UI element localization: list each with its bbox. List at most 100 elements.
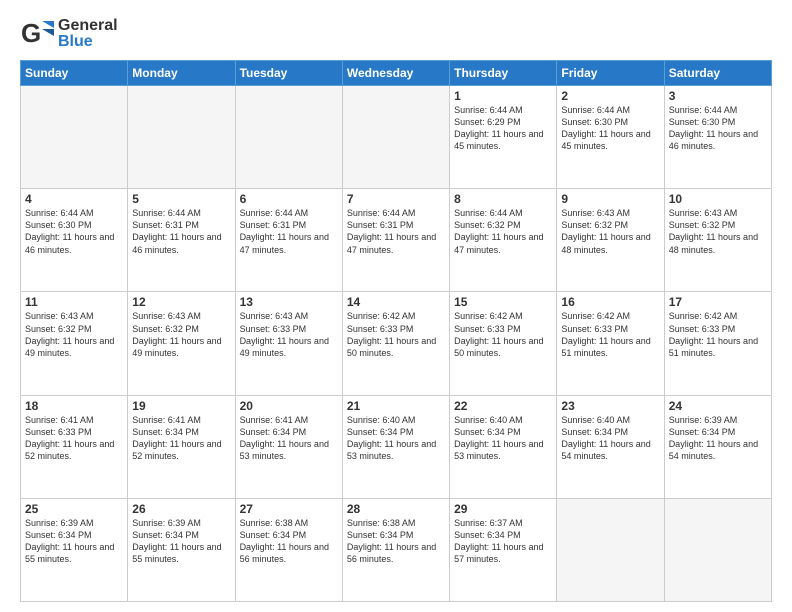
cell-content: Sunrise: 6:44 AMSunset: 6:32 PMDaylight:… [454,207,552,256]
calendar-cell: 7Sunrise: 6:44 AMSunset: 6:31 PMDaylight… [342,189,449,292]
cell-content: Sunrise: 6:44 AMSunset: 6:29 PMDaylight:… [454,104,552,153]
calendar-cell [128,86,235,189]
cell-content: Sunrise: 6:43 AMSunset: 6:32 PMDaylight:… [132,310,230,359]
cell-content: Sunrise: 6:42 AMSunset: 6:33 PMDaylight:… [454,310,552,359]
calendar-cell: 26Sunrise: 6:39 AMSunset: 6:34 PMDayligh… [128,498,235,601]
calendar-cell: 3Sunrise: 6:44 AMSunset: 6:30 PMDaylight… [664,86,771,189]
cell-content: Sunrise: 6:43 AMSunset: 6:32 PMDaylight:… [25,310,123,359]
day-number: 22 [454,399,552,413]
day-number: 5 [132,192,230,206]
day-number: 21 [347,399,445,413]
day-number: 8 [454,192,552,206]
logo-blue-text: Blue [58,33,118,51]
day-number: 6 [240,192,338,206]
calendar-header-wednesday: Wednesday [342,61,449,86]
calendar-cell: 11Sunrise: 6:43 AMSunset: 6:32 PMDayligh… [21,292,128,395]
cell-content: Sunrise: 6:39 AMSunset: 6:34 PMDaylight:… [669,414,767,463]
calendar-cell: 10Sunrise: 6:43 AMSunset: 6:32 PMDayligh… [664,189,771,292]
calendar-header-tuesday: Tuesday [235,61,342,86]
day-number: 20 [240,399,338,413]
calendar-cell: 14Sunrise: 6:42 AMSunset: 6:33 PMDayligh… [342,292,449,395]
calendar-cell [235,86,342,189]
cell-content: Sunrise: 6:44 AMSunset: 6:30 PMDaylight:… [669,104,767,153]
calendar-cell: 19Sunrise: 6:41 AMSunset: 6:34 PMDayligh… [128,395,235,498]
cell-content: Sunrise: 6:41 AMSunset: 6:34 PMDaylight:… [240,414,338,463]
day-number: 19 [132,399,230,413]
calendar-cell: 12Sunrise: 6:43 AMSunset: 6:32 PMDayligh… [128,292,235,395]
calendar-cell: 24Sunrise: 6:39 AMSunset: 6:34 PMDayligh… [664,395,771,498]
calendar-header-sunday: Sunday [21,61,128,86]
day-number: 26 [132,502,230,516]
calendar-cell: 25Sunrise: 6:39 AMSunset: 6:34 PMDayligh… [21,498,128,601]
day-number: 7 [347,192,445,206]
day-number: 23 [561,399,659,413]
day-number: 10 [669,192,767,206]
calendar-cell: 20Sunrise: 6:41 AMSunset: 6:34 PMDayligh… [235,395,342,498]
day-number: 16 [561,295,659,309]
calendar-cell: 4Sunrise: 6:44 AMSunset: 6:30 PMDaylight… [21,189,128,292]
calendar-week-1: 4Sunrise: 6:44 AMSunset: 6:30 PMDaylight… [21,189,772,292]
day-number: 15 [454,295,552,309]
day-number: 14 [347,295,445,309]
cell-content: Sunrise: 6:40 AMSunset: 6:34 PMDaylight:… [347,414,445,463]
calendar-cell: 27Sunrise: 6:38 AMSunset: 6:34 PMDayligh… [235,498,342,601]
cell-content: Sunrise: 6:39 AMSunset: 6:34 PMDaylight:… [132,517,230,566]
day-number: 4 [25,192,123,206]
calendar-cell: 1Sunrise: 6:44 AMSunset: 6:29 PMDaylight… [450,86,557,189]
calendar-table: SundayMondayTuesdayWednesdayThursdayFrid… [20,60,772,602]
calendar-week-4: 25Sunrise: 6:39 AMSunset: 6:34 PMDayligh… [21,498,772,601]
calendar-week-2: 11Sunrise: 6:43 AMSunset: 6:32 PMDayligh… [21,292,772,395]
calendar-cell [664,498,771,601]
cell-content: Sunrise: 6:43 AMSunset: 6:32 PMDaylight:… [669,207,767,256]
day-number: 29 [454,502,552,516]
svg-text:G: G [21,18,41,48]
cell-content: Sunrise: 6:39 AMSunset: 6:34 PMDaylight:… [25,517,123,566]
cell-content: Sunrise: 6:42 AMSunset: 6:33 PMDaylight:… [669,310,767,359]
day-number: 13 [240,295,338,309]
calendar-cell: 22Sunrise: 6:40 AMSunset: 6:34 PMDayligh… [450,395,557,498]
calendar-header-row: SundayMondayTuesdayWednesdayThursdayFrid… [21,61,772,86]
calendar-cell: 9Sunrise: 6:43 AMSunset: 6:32 PMDaylight… [557,189,664,292]
cell-content: Sunrise: 6:43 AMSunset: 6:32 PMDaylight:… [561,207,659,256]
calendar-cell [557,498,664,601]
cell-content: Sunrise: 6:37 AMSunset: 6:34 PMDaylight:… [454,517,552,566]
cell-content: Sunrise: 6:40 AMSunset: 6:34 PMDaylight:… [561,414,659,463]
day-number: 25 [25,502,123,516]
cell-content: Sunrise: 6:40 AMSunset: 6:34 PMDaylight:… [454,414,552,463]
cell-content: Sunrise: 6:42 AMSunset: 6:33 PMDaylight:… [347,310,445,359]
cell-content: Sunrise: 6:38 AMSunset: 6:34 PMDaylight:… [240,517,338,566]
cell-content: Sunrise: 6:44 AMSunset: 6:31 PMDaylight:… [132,207,230,256]
day-number: 3 [669,89,767,103]
cell-content: Sunrise: 6:43 AMSunset: 6:33 PMDaylight:… [240,310,338,359]
day-number: 24 [669,399,767,413]
calendar-cell: 2Sunrise: 6:44 AMSunset: 6:30 PMDaylight… [557,86,664,189]
cell-content: Sunrise: 6:44 AMSunset: 6:31 PMDaylight:… [347,207,445,256]
calendar-cell: 13Sunrise: 6:43 AMSunset: 6:33 PMDayligh… [235,292,342,395]
calendar-cell: 28Sunrise: 6:38 AMSunset: 6:34 PMDayligh… [342,498,449,601]
calendar-week-0: 1Sunrise: 6:44 AMSunset: 6:29 PMDaylight… [21,86,772,189]
calendar-cell: 17Sunrise: 6:42 AMSunset: 6:33 PMDayligh… [664,292,771,395]
day-number: 28 [347,502,445,516]
calendar-cell: 6Sunrise: 6:44 AMSunset: 6:31 PMDaylight… [235,189,342,292]
calendar-header-saturday: Saturday [664,61,771,86]
cell-content: Sunrise: 6:41 AMSunset: 6:33 PMDaylight:… [25,414,123,463]
day-number: 1 [454,89,552,103]
calendar-cell: 21Sunrise: 6:40 AMSunset: 6:34 PMDayligh… [342,395,449,498]
day-number: 9 [561,192,659,206]
calendar-header-thursday: Thursday [450,61,557,86]
calendar-cell [21,86,128,189]
logo-svg: G [20,16,56,52]
cell-content: Sunrise: 6:38 AMSunset: 6:34 PMDaylight:… [347,517,445,566]
day-number: 18 [25,399,123,413]
day-number: 2 [561,89,659,103]
calendar-header-friday: Friday [557,61,664,86]
calendar-cell: 18Sunrise: 6:41 AMSunset: 6:33 PMDayligh… [21,395,128,498]
calendar-cell: 16Sunrise: 6:42 AMSunset: 6:33 PMDayligh… [557,292,664,395]
page: G General Blue SundayMondayTuesdayWednes… [0,0,792,612]
cell-content: Sunrise: 6:41 AMSunset: 6:34 PMDaylight:… [132,414,230,463]
calendar-cell: 5Sunrise: 6:44 AMSunset: 6:31 PMDaylight… [128,189,235,292]
cell-content: Sunrise: 6:44 AMSunset: 6:30 PMDaylight:… [561,104,659,153]
day-number: 17 [669,295,767,309]
day-number: 27 [240,502,338,516]
cell-content: Sunrise: 6:44 AMSunset: 6:30 PMDaylight:… [25,207,123,256]
